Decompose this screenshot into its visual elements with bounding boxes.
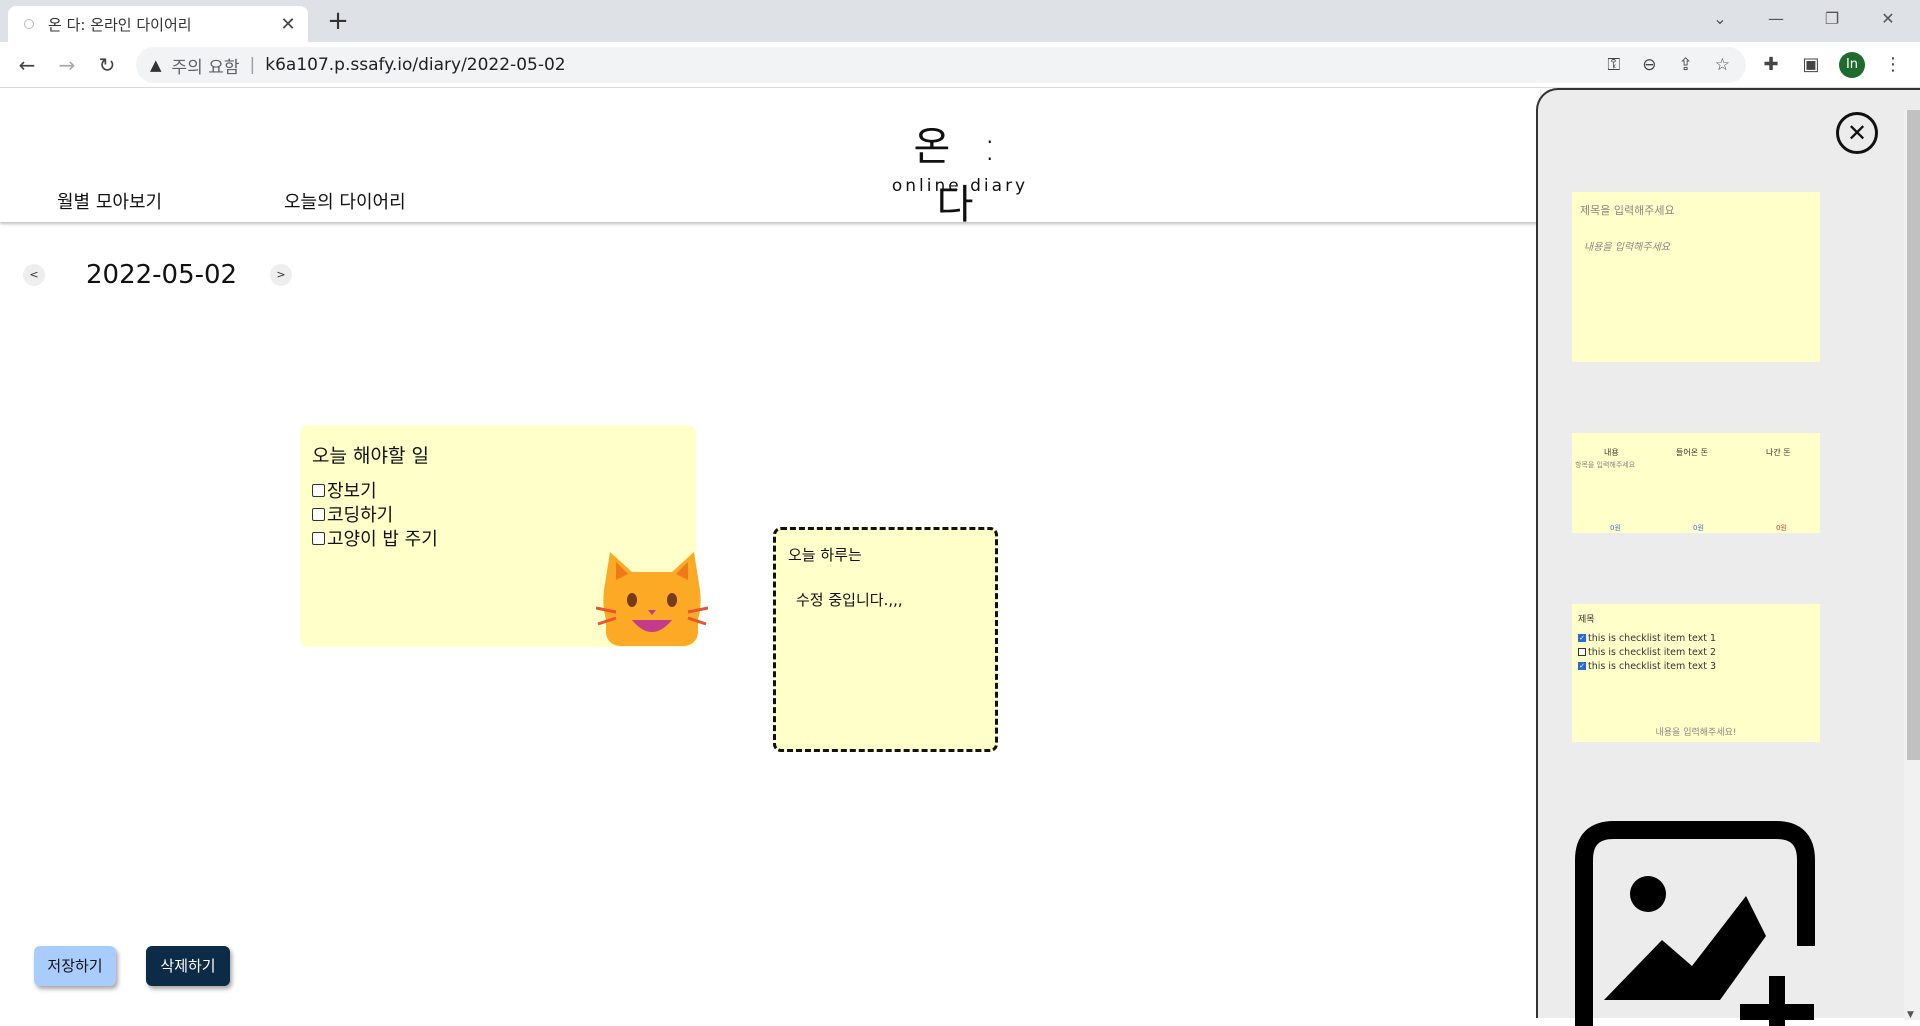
security-warning-label[interactable]: 주의 요함 — [172, 53, 240, 78]
editing-sticker[interactable]: 오늘 하루는 수정 중입니다.,,, — [773, 527, 998, 752]
checkbox-checked-icon: ✓ — [1578, 662, 1586, 670]
logo-title[interactable]: 온 : 다 — [880, 114, 1040, 230]
browser-tabstrip: 온 다: 온라인 다이어리 ✕ + ⌄ — ❐ ✕ — [0, 0, 1920, 42]
todo-item-label: 장보기 — [327, 481, 377, 502]
template-note[interactable]: 제목을 입력해주세요 내용을 입력해주세요 — [1572, 192, 1820, 362]
checklist-item: ✓ this is checklist item text 1 — [1578, 631, 1716, 645]
tab-close-icon[interactable]: ✕ — [278, 14, 298, 35]
url-separator: | — [249, 55, 256, 75]
window-close-icon[interactable]: ✕ — [1860, 0, 1916, 38]
ledger-col-content: 내용 — [1604, 448, 1619, 457]
ledger-income-total: 0원 — [1693, 524, 1704, 532]
sticker-panel: ✕ 제목을 입력해주세요 내용을 입력해주세요 내용 들어온 돈 나간 돈 항목… — [1536, 88, 1920, 1026]
panel-scrollbar[interactable]: ▼ — [1904, 110, 1920, 1020]
tab-title: 온 다: 온라인 다이어리 — [48, 15, 192, 34]
delete-button[interactable]: 삭제하기 — [146, 946, 230, 986]
minimize-icon[interactable]: — — [1748, 0, 1804, 38]
nav-monthly[interactable]: 월별 모아보기 — [57, 188, 162, 214]
checklist-title: 제목 — [1578, 615, 1595, 625]
checklist-item-text: this is checklist item text 3 — [1588, 660, 1717, 672]
checklist-item: this is checklist item text 2 — [1578, 645, 1716, 659]
todo-checkbox[interactable] — [312, 531, 325, 545]
share-icon[interactable]: ⇪ — [1679, 55, 1693, 75]
checkbox-checked-icon: ✓ — [1578, 634, 1586, 642]
ledger-placeholder: 항목을 입력해주세요 — [1575, 461, 1636, 469]
cat-sticker-icon[interactable] — [596, 550, 708, 652]
site-header: 온 : 다 online diary 월별 모아보기 오늘의 다이어리 — [0, 88, 1540, 228]
star-icon[interactable]: ☆ — [1715, 55, 1730, 75]
restore-icon[interactable]: ❐ — [1804, 0, 1860, 38]
template-note-title: 제목을 입력해주세요 — [1580, 204, 1675, 217]
warning-icon[interactable]: ▲ — [150, 56, 162, 74]
new-tab-button[interactable]: + — [322, 6, 354, 38]
page: 온 : 다 online diary 월별 모아보기 오늘의 다이어리 < 20… — [0, 88, 1920, 1026]
template-ledger[interactable]: 내용 들어온 돈 나간 돈 항목을 입력해주세요 0원 0원 0원 — [1572, 433, 1820, 533]
todo-item-label: 고양이 밥 주기 — [327, 529, 438, 550]
checkbox-unchecked-icon — [1578, 648, 1586, 656]
todo-title: 오늘 해야할 일 — [312, 445, 429, 467]
menu-icon[interactable]: ⋮ — [1878, 50, 1908, 80]
checklist-footer: 내용을 입력해주세요! — [1655, 728, 1737, 738]
next-date-button[interactable]: > — [270, 264, 292, 286]
save-button[interactable]: 저장하기 — [34, 946, 116, 986]
nav-today-diary[interactable]: 오늘의 다이어리 — [284, 188, 406, 214]
todo-item[interactable]: 장보기 — [312, 478, 684, 502]
reload-icon[interactable]: ↻ — [92, 50, 122, 80]
side-panel-icon[interactable]: ▣ — [1796, 50, 1826, 80]
editing-sticker-title[interactable]: 오늘 하루는 — [788, 544, 983, 565]
todo-checkbox[interactable] — [312, 483, 325, 497]
favicon-icon — [24, 19, 34, 29]
add-image-icon[interactable] — [1570, 816, 1820, 1026]
checklist-items: ✓ this is checklist item text 1 this is … — [1578, 631, 1716, 673]
ledger-total: 0원 — [1610, 524, 1621, 532]
zoom-icon[interactable]: ⊖ — [1642, 55, 1656, 75]
browser-tab[interactable]: 온 다: 온라인 다이어리 ✕ — [8, 6, 308, 42]
current-date: 2022-05-02 — [86, 260, 238, 290]
logo-subtitle: online diary — [891, 176, 1029, 196]
checklist-item-text: this is checklist item text 2 — [1588, 646, 1717, 658]
todo-item-label: 코딩하기 — [327, 505, 394, 526]
profile-avatar[interactable]: In — [1839, 52, 1865, 78]
key-icon[interactable]: ⚿ — [1607, 55, 1620, 75]
panel-close-icon[interactable]: ✕ — [1836, 112, 1878, 154]
template-checklist[interactable]: 제목 ✓ this is checklist item text 1 this … — [1572, 604, 1820, 742]
panel-scroll-thumb[interactable] — [1907, 110, 1920, 760]
editing-sticker-body[interactable]: 수정 중입니다.,,, — [788, 589, 983, 610]
todo-checkbox[interactable] — [312, 507, 325, 521]
forward-icon[interactable]: → — [52, 50, 82, 80]
back-icon[interactable]: ← — [12, 50, 42, 80]
extensions-icon[interactable]: ✚ — [1756, 50, 1786, 80]
template-note-body: 내용을 입력해주세요 — [1584, 242, 1670, 253]
tab-search-icon[interactable]: ⌄ — [1692, 0, 1748, 38]
ledger-col-expense: 나간 돈 — [1766, 448, 1791, 457]
ledger-col-income: 들어온 돈 — [1676, 448, 1708, 457]
todo-item[interactable]: 고양이 밥 주기 — [312, 526, 684, 550]
omnibox-actions: ⚿ ⊖ ⇪ ☆ — [1607, 47, 1730, 83]
url-text[interactable]: k6a107.p.ssafy.io/diary/2022-05-02 — [265, 55, 565, 75]
prev-date-button[interactable]: < — [23, 264, 45, 286]
browser-toolbar: ← → ↻ ▲ 주의 요함 | k6a107.p.ssafy.io/diary/… — [0, 42, 1920, 88]
checklist-item: ✓ this is checklist item text 3 — [1578, 659, 1716, 673]
ledger-expense-total: 0원 — [1776, 524, 1787, 532]
address-bar[interactable]: ▲ 주의 요함 | k6a107.p.ssafy.io/diary/2022-0… — [136, 47, 1746, 83]
todo-item[interactable]: 코딩하기 — [312, 502, 684, 526]
checklist-item-text: this is checklist item text 1 — [1588, 632, 1717, 644]
scroll-down-icon[interactable]: ▼ — [1907, 1010, 1914, 1020]
